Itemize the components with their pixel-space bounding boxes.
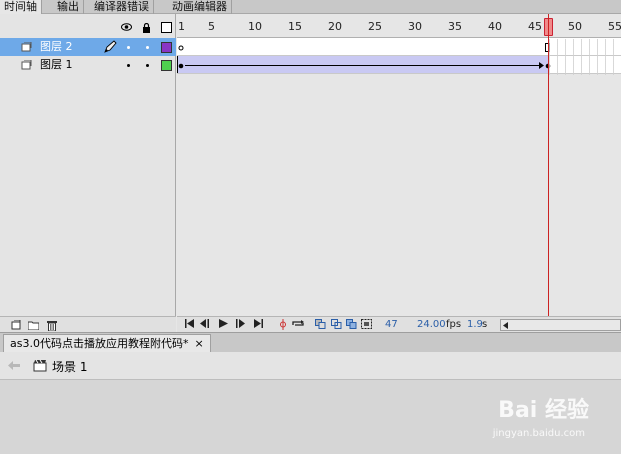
document-tab[interactable]: as3.0代码点击播放应用教程附代码* × xyxy=(3,334,211,353)
play-icon[interactable] xyxy=(217,319,229,331)
tab-motion-editor[interactable]: 动画编辑器 xyxy=(168,0,232,14)
close-icon[interactable]: × xyxy=(194,337,203,350)
frame-rate-value[interactable]: 24.00 xyxy=(417,319,446,331)
ruler-label: 1 xyxy=(178,20,185,33)
layer-header xyxy=(0,14,176,38)
layer-list: 图层 2 图层 1 xyxy=(0,14,176,332)
empty-keyframe-icon xyxy=(178,45,184,51)
layer-name[interactable]: 图层 1 xyxy=(40,58,73,72)
layer-icon xyxy=(21,59,32,70)
go-to-first-icon[interactable] xyxy=(183,319,195,331)
layer-icon xyxy=(21,41,32,52)
new-folder-icon[interactable] xyxy=(27,320,40,331)
layer-color-swatch[interactable] xyxy=(161,60,172,71)
step-back-icon[interactable] xyxy=(199,319,211,331)
ruler-label: 50 xyxy=(568,20,582,33)
playhead-line xyxy=(548,14,549,316)
ruler-label: 10 xyxy=(248,20,262,33)
center-frame-icon[interactable] xyxy=(278,319,288,331)
scroll-left-icon[interactable] xyxy=(503,322,509,329)
layer-name[interactable]: 图层 2 xyxy=(40,40,73,54)
ruler-label: 30 xyxy=(408,20,422,33)
onion-outlines-icon[interactable] xyxy=(330,319,342,331)
edit-multiple-frames-icon[interactable] xyxy=(345,319,357,331)
tab-timeline[interactable]: 时间轴 xyxy=(0,0,42,15)
delete-layer-icon[interactable] xyxy=(47,320,57,332)
ruler-label: 5 xyxy=(208,20,215,33)
frame-area: 1 5 10 15 20 25 30 35 40 45 50 55 47 24.… xyxy=(177,14,621,332)
lock-dot[interactable] xyxy=(146,46,149,49)
elapsed-time-value: 1.9 xyxy=(467,319,483,330)
ruler-label: 25 xyxy=(368,20,382,33)
ruler-label: 40 xyxy=(488,20,502,33)
visibility-dot[interactable] xyxy=(127,46,130,49)
step-forward-icon[interactable] xyxy=(235,319,247,331)
timeline-panel: 图层 2 图层 1 1 5 10 15 20 25 30 35 40 45 50… xyxy=(0,14,621,332)
layer-row-2[interactable]: 图层 2 xyxy=(0,38,176,56)
scene-bar: 场景 1 xyxy=(0,352,621,380)
visibility-dot[interactable] xyxy=(127,64,130,67)
layer-row-1[interactable]: 图层 1 xyxy=(0,56,176,74)
lock-icon[interactable] xyxy=(141,22,151,33)
pencil-icon xyxy=(103,40,117,54)
scene-label[interactable]: 场景 1 xyxy=(52,358,87,375)
tab-compiler-errors[interactable]: 编译器错误 xyxy=(90,0,154,14)
loop-icon[interactable] xyxy=(291,319,305,331)
current-frame-value[interactable]: 47 xyxy=(385,319,398,331)
watermark-brand: Bai 经验 xyxy=(498,398,589,423)
lock-dot[interactable] xyxy=(146,64,149,67)
frame-ruler[interactable]: 1 5 10 15 20 25 30 35 40 45 50 55 xyxy=(177,14,621,38)
layer-color-swatch[interactable] xyxy=(161,42,172,53)
modify-markers-icon[interactable] xyxy=(360,319,372,331)
frame-rate-unit: fps xyxy=(446,319,462,330)
go-to-last-icon[interactable] xyxy=(252,319,264,331)
tween-arrow-line xyxy=(185,65,542,66)
eye-icon[interactable] xyxy=(121,23,132,33)
new-layer-icon[interactable] xyxy=(11,319,21,330)
ruler-label: 15 xyxy=(288,20,302,33)
watermark-url: jingyan.baidu.com xyxy=(492,428,585,439)
back-arrow-icon[interactable] xyxy=(8,361,20,370)
document-tab-bar: as3.0代码点击播放应用教程附代码* × xyxy=(0,332,621,353)
ruler-label: 55 xyxy=(608,20,621,33)
outline-icon[interactable] xyxy=(161,22,172,33)
empty-frames-grid xyxy=(549,39,621,75)
ruler-label: 35 xyxy=(448,20,462,33)
timeline-horizontal-scrollbar[interactable] xyxy=(500,319,621,331)
ruler-label: 45 xyxy=(528,20,542,33)
ruler-label: 20 xyxy=(328,20,342,33)
layer-tools xyxy=(0,316,176,332)
document-title: as3.0代码点击播放应用教程附代码* xyxy=(10,337,189,350)
panel-tab-bar: 时间轴 输出 编译器错误 动画编辑器 xyxy=(0,0,621,15)
tab-output[interactable]: 输出 xyxy=(53,0,84,14)
onion-skin-icon[interactable] xyxy=(314,319,326,331)
elapsed-time-unit: s xyxy=(482,319,488,330)
scene-clapper-icon xyxy=(33,359,47,372)
keyframe-icon xyxy=(178,63,184,69)
timeline-controls: 47 24.00 fps 1.9 s xyxy=(177,316,621,332)
